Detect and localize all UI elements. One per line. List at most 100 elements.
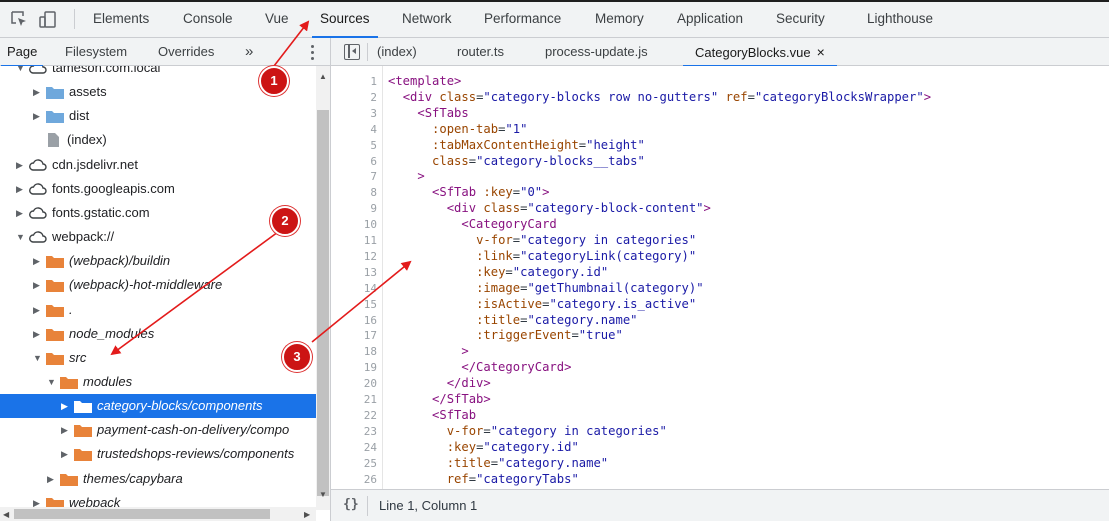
scroll-thumb[interactable] (317, 110, 329, 496)
code-line: :title="category.name" (446, 455, 609, 470)
pretty-print-button[interactable]: {} (343, 497, 359, 512)
line-number[interactable]: 12 (331, 249, 377, 265)
tab-network[interactable]: Network (402, 0, 452, 38)
line-number[interactable]: 9 (331, 201, 377, 217)
line-number[interactable]: 22 (331, 408, 377, 424)
editor-tab[interactable]: (index) (377, 38, 417, 66)
expand-triangle-icon[interactable]: ▶ (61, 442, 71, 466)
tree-item-label: (webpack)/buildin (69, 253, 171, 269)
expand-triangle-icon[interactable]: ▶ (33, 298, 43, 322)
line-number[interactable]: 2 (331, 90, 377, 106)
tab-memory[interactable]: Memory (595, 0, 644, 38)
tab-sources[interactable]: Sources (312, 0, 377, 38)
editor-tab[interactable]: process-update.js (545, 38, 648, 66)
line-number[interactable]: 21 (331, 392, 377, 408)
line-number[interactable]: 24 (331, 440, 377, 456)
tree-item[interactable]: ▶ trustedshops-reviews/components (0, 442, 316, 466)
editor-tab-label: (index) (377, 44, 417, 59)
navigator-menu-icon[interactable] (306, 42, 318, 62)
device-toolbar-icon[interactable] (38, 9, 58, 29)
tree-item[interactable]: ▶ (webpack)/buildin (0, 249, 316, 273)
line-number[interactable]: 8 (331, 185, 377, 201)
scroll-right-arrow[interactable]: ▶ (304, 510, 310, 519)
navigator-tab-overrides[interactable]: Overrides (158, 38, 214, 66)
tree-item[interactable]: ▶ dist (0, 104, 316, 128)
line-number[interactable]: 11 (331, 233, 377, 249)
tree-item[interactable]: ▶ cdn.jsdelivr.net (0, 153, 316, 177)
collapse-triangle-icon[interactable]: ▼ (16, 66, 26, 80)
inspect-element-icon[interactable] (9, 9, 29, 29)
collapse-triangle-icon[interactable]: ▼ (16, 225, 26, 249)
tree-item[interactable]: ▶ (webpack)-hot-middleware (0, 273, 316, 297)
navigator-tab-page[interactable]: Page (0, 38, 44, 67)
tree-item[interactable]: ▶ fonts.gstatic.com (0, 201, 316, 225)
folder-icon (60, 376, 78, 389)
expand-triangle-icon[interactable]: ▶ (61, 418, 71, 442)
expand-triangle-icon[interactable]: ▶ (47, 467, 57, 491)
tree-horizontal-scrollbar[interactable]: ◀ ▶ (0, 507, 316, 521)
expand-triangle-icon[interactable]: ▶ (33, 273, 43, 297)
tree-item[interactable]: ▶ fonts.googleapis.com (0, 177, 316, 201)
tree-item[interactable]: ▼ webpack:// (0, 225, 316, 249)
line-number[interactable]: 19 (331, 360, 377, 376)
tree-item[interactable]: ▼ modules (0, 370, 316, 394)
scroll-thumb-horizontal[interactable] (14, 509, 270, 519)
tab-performance[interactable]: Performance (484, 0, 561, 38)
expand-triangle-icon[interactable]: ▶ (61, 394, 71, 418)
expand-triangle-icon[interactable]: ▶ (16, 201, 26, 225)
tab-application[interactable]: Application (677, 0, 743, 38)
scroll-left-arrow[interactable]: ◀ (3, 510, 9, 519)
line-number[interactable]: 26 (331, 472, 377, 488)
scroll-down-arrow[interactable]: ▼ (319, 490, 327, 499)
expand-triangle-icon[interactable]: ▶ (16, 153, 26, 177)
line-number[interactable]: 16 (331, 313, 377, 329)
line-number[interactable]: 13 (331, 265, 377, 281)
tree-item-label: fonts.gstatic.com (52, 204, 150, 220)
tree-item[interactable]: ▶ payment-cash-on-delivery/compo (0, 418, 316, 442)
line-number[interactable]: 20 (331, 376, 377, 392)
line-number[interactable]: 18 (331, 344, 377, 360)
tab-elements[interactable]: Elements (93, 0, 149, 38)
line-number[interactable]: 14 (331, 281, 377, 297)
collapse-triangle-icon[interactable]: ▼ (33, 346, 43, 370)
tree-item-label: themes/capybara (83, 470, 183, 486)
line-number[interactable]: 23 (331, 424, 377, 440)
line-number[interactable]: 4 (331, 122, 377, 138)
tree-item[interactable]: ▶. (0, 298, 316, 322)
more-tabs-button[interactable]: » (245, 38, 253, 66)
line-number[interactable]: 10 (331, 217, 377, 233)
expand-triangle-icon[interactable]: ▶ (33, 249, 43, 273)
editor-tab[interactable]: router.ts (457, 38, 504, 66)
tree-item[interactable]: (index) (0, 128, 316, 152)
tab-lighthouse[interactable]: Lighthouse (867, 0, 933, 38)
expand-triangle-icon[interactable]: ▶ (33, 322, 43, 346)
line-number[interactable]: 3 (331, 106, 377, 122)
expand-triangle-icon[interactable]: ▶ (16, 177, 26, 201)
tree-item[interactable]: ▶ node_modules (0, 322, 316, 346)
tab-vue[interactable]: Vue (265, 0, 289, 38)
scroll-up-arrow[interactable]: ▲ (319, 72, 327, 81)
tab-security[interactable]: Security (776, 0, 825, 38)
line-number[interactable]: 7 (331, 169, 377, 185)
line-number[interactable]: 15 (331, 297, 377, 313)
line-number[interactable]: 17 (331, 328, 377, 344)
toggle-navigator-icon[interactable] (344, 44, 360, 60)
collapse-triangle-icon[interactable]: ▼ (47, 370, 57, 394)
tab-console[interactable]: Console (183, 0, 233, 38)
line-number[interactable]: 6 (331, 154, 377, 170)
line-number[interactable]: 1 (331, 74, 377, 90)
editor-tab[interactable]: CategoryBlocks.vue × (683, 38, 837, 67)
navigator-tab-filesystem[interactable]: Filesystem (65, 38, 127, 66)
tree-item[interactable]: ▼ src (0, 346, 316, 370)
tree-item[interactable]: ▶ themes/capybara (0, 467, 316, 491)
code-editor[interactable]: 1 2 3 4 5 6 7 8 9 10 11 12 13 14 15 16 17 18 19 20 21 22 23 24 2… (331, 66, 1109, 489)
line-number[interactable]: 25 (331, 456, 377, 472)
tree-vertical-scrollbar[interactable]: ▲ ▼ (316, 66, 330, 510)
expand-triangle-icon[interactable]: ▶ (33, 80, 43, 104)
tree-item[interactable]: ▶ category-blocks/components (0, 394, 316, 419)
tree-item-label: tameson.com.local (52, 66, 161, 75)
expand-triangle-icon[interactable]: ▶ (33, 104, 43, 128)
code-line: :title="category.name" (476, 312, 638, 327)
close-tab-icon[interactable]: × (817, 44, 825, 60)
line-number[interactable]: 5 (331, 138, 377, 154)
